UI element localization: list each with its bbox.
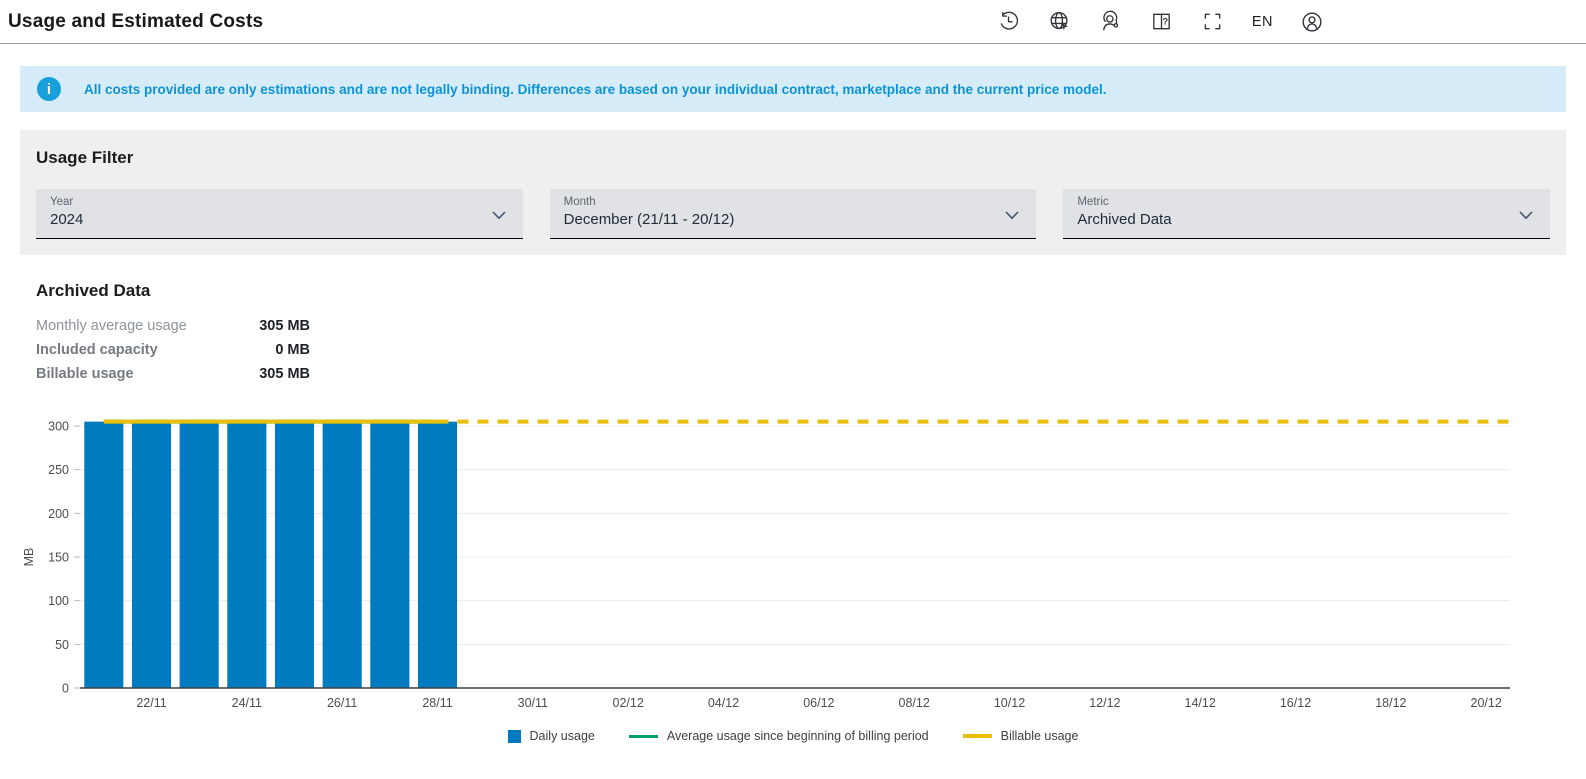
legend-swatch-line bbox=[629, 735, 658, 738]
app-header: Usage and Estimated Costs bbox=[0, 0, 1586, 44]
svg-text:20/12: 20/12 bbox=[1471, 696, 1502, 710]
usage-chart-container: 0 50 100 150 200 250 300 MB 22/11 24/11 26/11 28/11… bbox=[20, 400, 1566, 743]
svg-text:MB: MB bbox=[22, 548, 36, 567]
metric-select[interactable]: Metric Archived Data bbox=[1063, 189, 1550, 239]
info-banner-text: All costs provided are only estimations … bbox=[84, 82, 1107, 97]
language-selector[interactable]: EN bbox=[1252, 14, 1273, 30]
svg-text:08/12: 08/12 bbox=[899, 696, 930, 710]
stat-value: 0 MB bbox=[234, 338, 310, 362]
legend-daily-usage[interactable]: Daily usage bbox=[508, 729, 595, 743]
legend-billable-usage[interactable]: Billable usage bbox=[963, 729, 1079, 743]
metric-title: Archived Data bbox=[36, 281, 1566, 301]
stat-row-monthly-average: Monthly average usage 305 MB bbox=[36, 314, 1566, 338]
stat-label: Billable usage bbox=[36, 362, 234, 386]
svg-text:02/12: 02/12 bbox=[613, 696, 644, 710]
svg-text:300: 300 bbox=[48, 420, 69, 434]
info-banner: i All costs provided are only estimation… bbox=[20, 66, 1566, 112]
svg-text:12/12: 12/12 bbox=[1089, 696, 1120, 710]
svg-text:30/11: 30/11 bbox=[518, 696, 548, 710]
year-select-label: Year bbox=[50, 196, 509, 208]
svg-text:22/11: 22/11 bbox=[136, 696, 166, 710]
page-title: Usage and Estimated Costs bbox=[8, 11, 263, 33]
usage-filter-panel: Usage Filter Year 2024 Month December (2… bbox=[20, 130, 1566, 255]
legend-label: Billable usage bbox=[1001, 729, 1079, 743]
account-icon[interactable] bbox=[1300, 10, 1324, 34]
history-icon[interactable] bbox=[997, 10, 1021, 34]
month-select-value: December (21/11 - 20/12) bbox=[564, 211, 1023, 228]
legend-label: Daily usage bbox=[530, 729, 595, 743]
stat-row-billable-usage: Billable usage 305 MB bbox=[36, 362, 1566, 386]
fullscreen-icon[interactable] bbox=[1201, 10, 1225, 34]
support-agent-icon[interactable] bbox=[1099, 10, 1123, 34]
stat-value: 305 MB bbox=[234, 314, 310, 338]
usage-filter-title: Usage Filter bbox=[36, 148, 1550, 168]
chart-legend: Daily usage Average usage since beginnin… bbox=[20, 729, 1566, 743]
stat-label: Included capacity bbox=[36, 338, 234, 362]
svg-text:10/12: 10/12 bbox=[994, 696, 1025, 710]
svg-text:16/12: 16/12 bbox=[1280, 696, 1311, 710]
usage-bar-chart: 0 50 100 150 200 250 300 MB 22/11 24/11 26/11 28/11… bbox=[20, 400, 1566, 722]
svg-text:04/12: 04/12 bbox=[708, 696, 739, 710]
stat-value: 305 MB bbox=[234, 362, 310, 386]
svg-text:100: 100 bbox=[48, 594, 69, 608]
svg-text:0: 0 bbox=[62, 682, 69, 696]
year-select[interactable]: Year 2024 bbox=[36, 189, 523, 239]
info-icon: i bbox=[37, 77, 61, 101]
stat-row-included-capacity: Included capacity 0 MB bbox=[36, 338, 1566, 362]
svg-text:250: 250 bbox=[48, 463, 69, 477]
legend-swatch-line bbox=[963, 734, 992, 738]
metric-summary-section: Archived Data Monthly average usage 305 … bbox=[20, 281, 1566, 386]
svg-text:150: 150 bbox=[48, 551, 69, 565]
svg-text:14/12: 14/12 bbox=[1185, 696, 1216, 710]
svg-text:06/12: 06/12 bbox=[803, 696, 834, 710]
legend-label: Average usage since beginning of billing… bbox=[667, 729, 929, 743]
chevron-down-icon bbox=[1002, 205, 1022, 230]
month-select[interactable]: Month December (21/11 - 20/12) bbox=[550, 189, 1037, 239]
header-actions: ? EN bbox=[997, 10, 1324, 34]
svg-text:28/11: 28/11 bbox=[422, 696, 452, 710]
svg-text:18/12: 18/12 bbox=[1375, 696, 1406, 710]
help-manual-icon[interactable]: ? bbox=[1150, 10, 1174, 34]
svg-text:200: 200 bbox=[48, 507, 69, 521]
chevron-down-icon bbox=[1516, 205, 1536, 230]
svg-text:24/11: 24/11 bbox=[232, 696, 262, 710]
svg-text:50: 50 bbox=[55, 638, 69, 652]
metric-stats: Monthly average usage 305 MB Included ca… bbox=[36, 314, 1566, 386]
chevron-down-icon bbox=[489, 205, 509, 230]
metric-select-value: Archived Data bbox=[1077, 211, 1536, 228]
globe-language-icon[interactable] bbox=[1048, 10, 1072, 34]
svg-text:26/11: 26/11 bbox=[327, 696, 357, 710]
svg-text:?: ? bbox=[1163, 17, 1169, 27]
metric-select-label: Metric bbox=[1077, 196, 1536, 208]
legend-average-usage[interactable]: Average usage since beginning of billing… bbox=[629, 729, 929, 743]
month-select-label: Month bbox=[564, 196, 1023, 208]
filter-row: Year 2024 Month December (21/11 - 20/12)… bbox=[36, 189, 1550, 239]
stat-label: Monthly average usage bbox=[36, 314, 234, 338]
year-select-value: 2024 bbox=[50, 211, 509, 228]
legend-swatch-bar bbox=[508, 730, 521, 743]
